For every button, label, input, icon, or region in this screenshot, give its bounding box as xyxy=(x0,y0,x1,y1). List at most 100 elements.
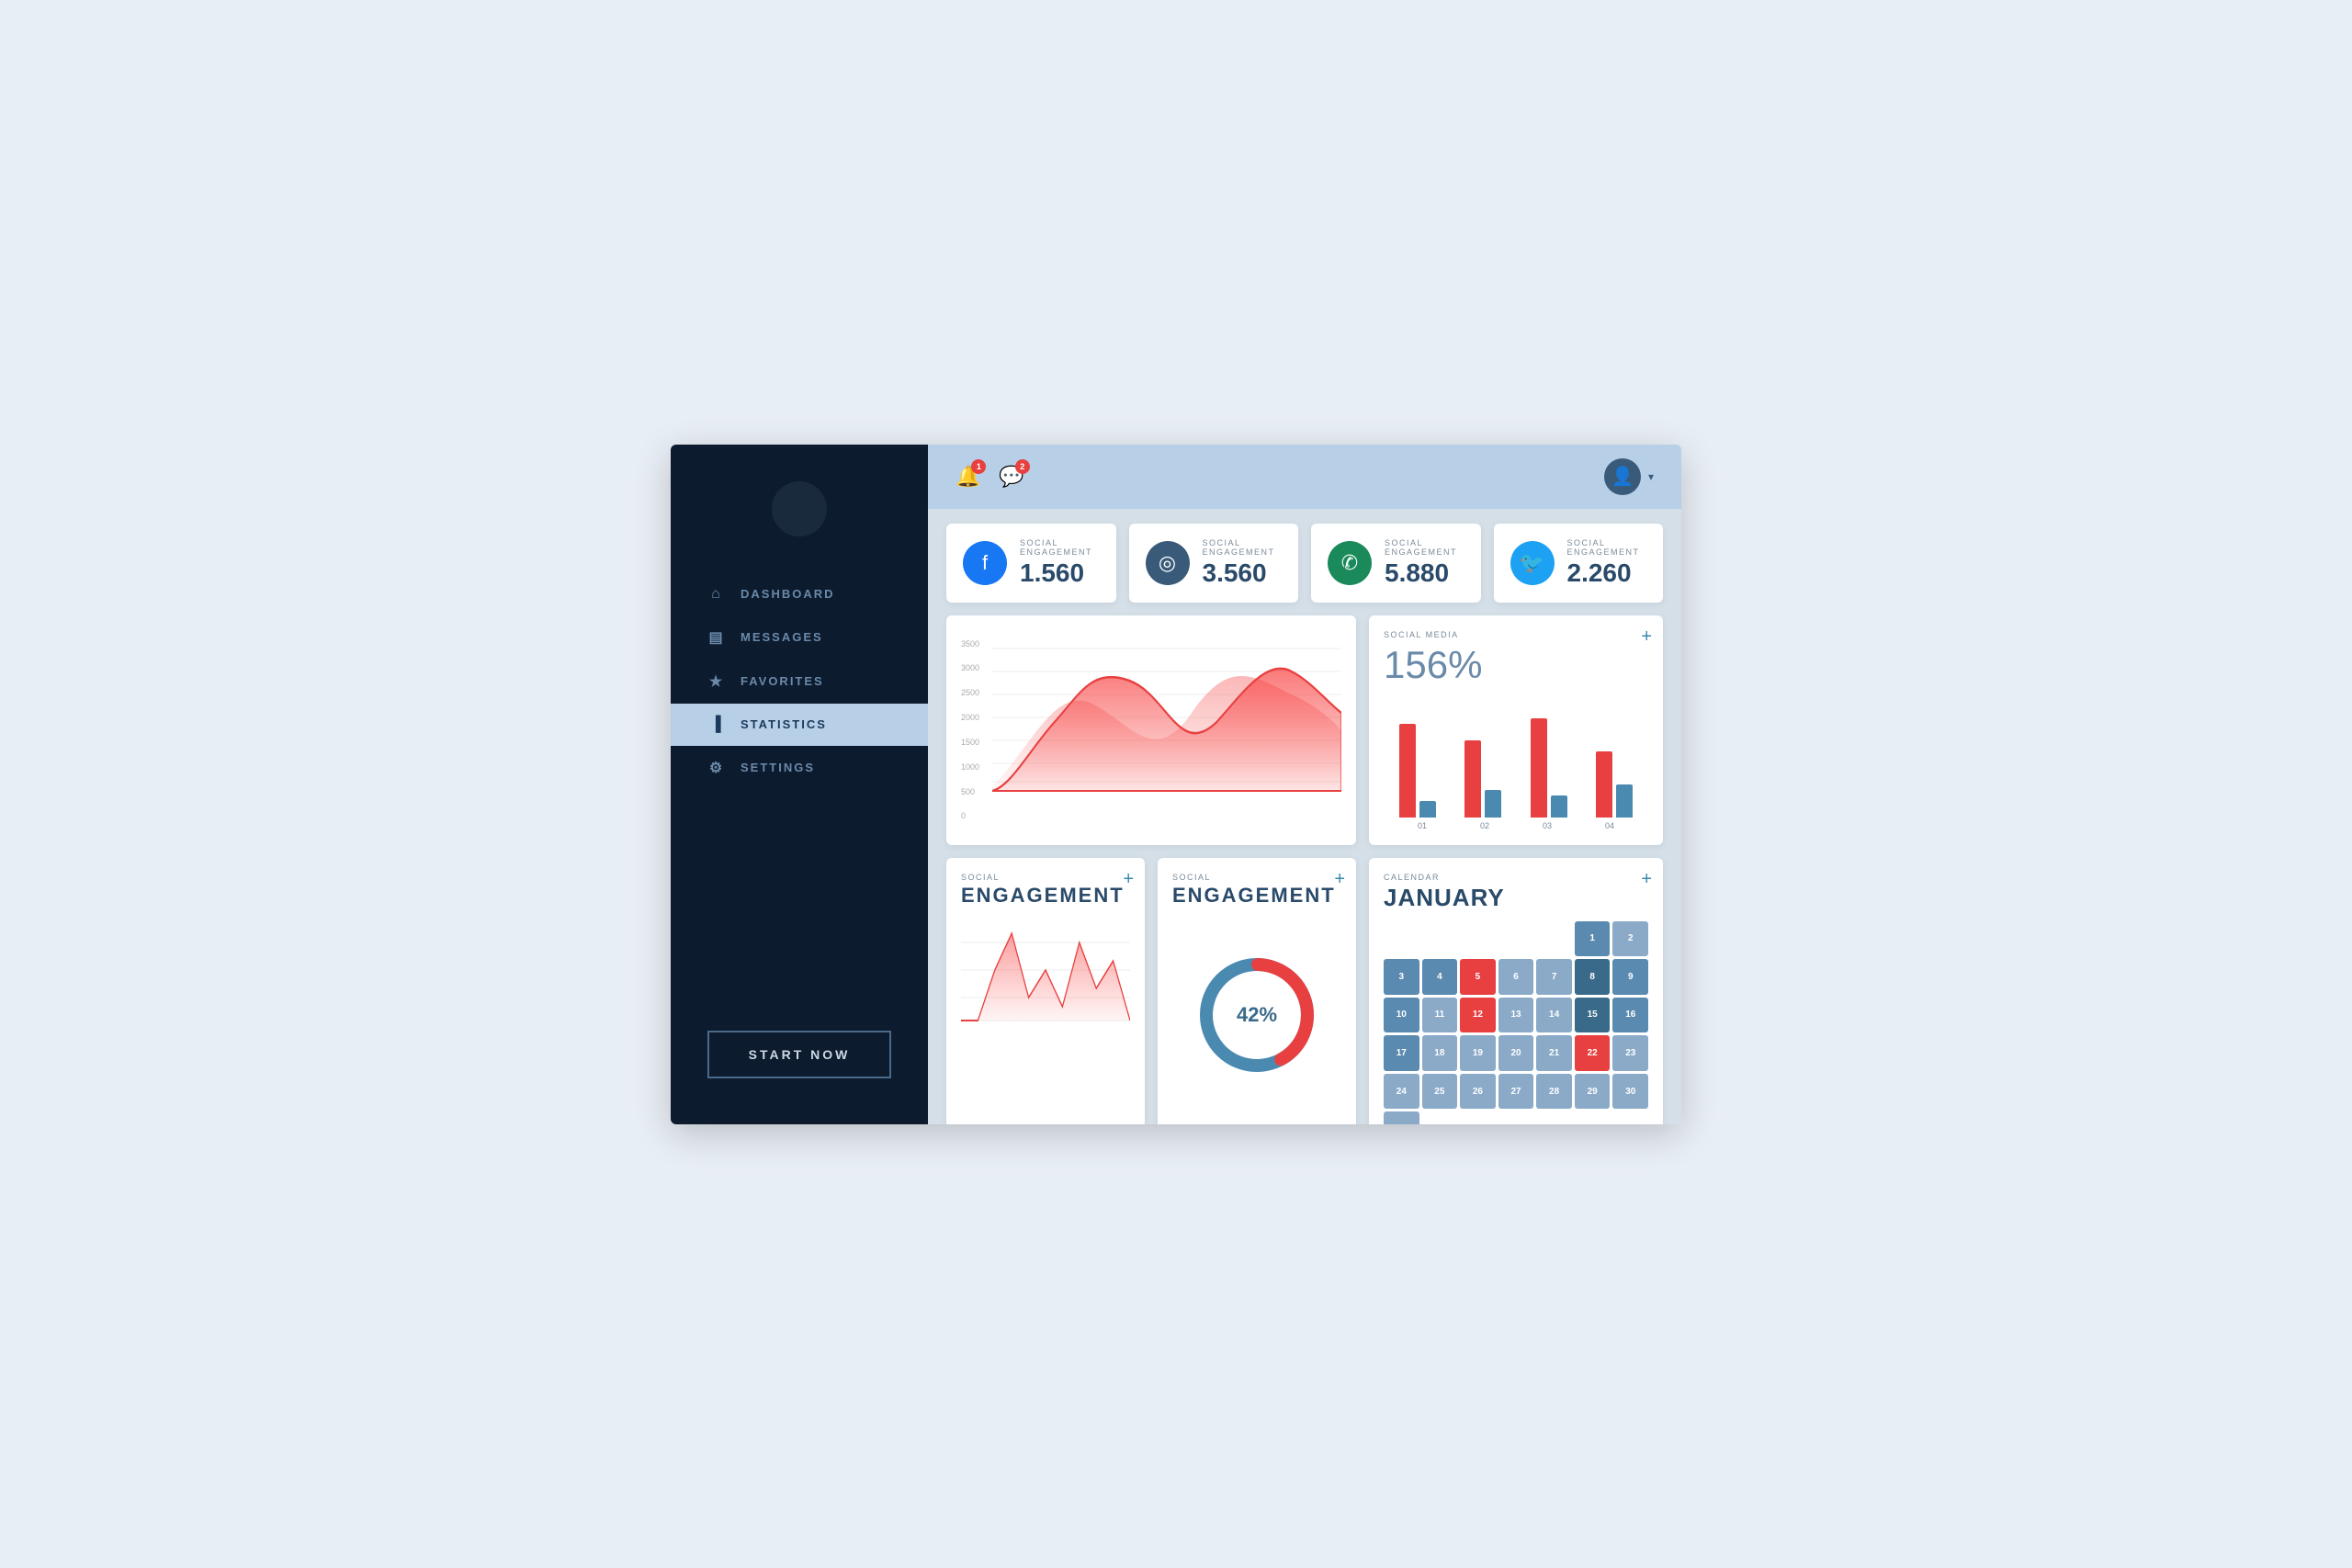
cal-cell[interactable]: 19 xyxy=(1460,1035,1496,1071)
twitter-icon: 🐦 xyxy=(1520,551,1544,575)
stat-value: 5.880 xyxy=(1385,558,1464,588)
facebook-stat-info: SOCIAL ENGAGEMENT 1.560 xyxy=(1020,538,1100,588)
cal-cell xyxy=(1460,921,1496,957)
cal-cell[interactable]: 14 xyxy=(1536,998,1572,1033)
social-media-card: + SOCIAL MEDIA 156% 01020304 xyxy=(1369,615,1663,845)
main-panel: 🔔 1 💬 2 👤 ▾ f SOCIAL ENGAG xyxy=(928,445,1681,1124)
chat-icon-wrap[interactable]: 💬 2 xyxy=(999,465,1023,489)
user-menu[interactable]: 👤 ▾ xyxy=(1604,458,1654,495)
cal-cell[interactable]: 3 xyxy=(1384,959,1419,995)
social-media-label: SOCIAL MEDIA xyxy=(1384,630,1648,639)
stat-label: SOCIAL ENGAGEMENT xyxy=(1020,538,1100,557)
cal-cell[interactable]: 17 xyxy=(1384,1035,1419,1071)
bar-x-labels: 01020304 xyxy=(1384,818,1648,830)
sidebar-item-dashboard[interactable]: ⌂ DASHBOARD xyxy=(671,573,928,615)
calendar-grid: 1234567891011121314151617181920212223242… xyxy=(1384,921,1648,1124)
cal-cell[interactable]: 23 xyxy=(1612,1035,1648,1071)
cal-cell xyxy=(1384,921,1419,957)
cal-cell[interactable]: 16 xyxy=(1612,998,1648,1033)
main-content: f SOCIAL ENGAGEMENT 1.560 ◎ SOCIAL ENGAG… xyxy=(928,509,1681,1124)
cal-cell[interactable]: 28 xyxy=(1536,1074,1572,1110)
cal-cell[interactable]: 25 xyxy=(1422,1074,1458,1110)
stat-card-facebook: f SOCIAL ENGAGEMENT 1.560 xyxy=(946,524,1116,603)
bar-red xyxy=(1596,751,1612,818)
bottom-row: + SOCIAL ENGAGEMENT xyxy=(946,858,1663,1124)
cal-cell[interactable]: 13 xyxy=(1498,998,1534,1033)
cal-cell xyxy=(1460,1111,1496,1123)
stats-row: f SOCIAL ENGAGEMENT 1.560 ◎ SOCIAL ENGAG… xyxy=(946,524,1663,603)
donut-engagement-label: SOCIAL xyxy=(1172,873,1341,882)
messages-icon: ▤ xyxy=(707,628,726,647)
cal-cell[interactable]: 10 xyxy=(1384,998,1419,1033)
instagram-stat-info: SOCIAL ENGAGEMENT 3.560 xyxy=(1203,538,1283,588)
bar-blue xyxy=(1551,795,1567,818)
stat-value: 3.560 xyxy=(1203,558,1283,588)
bar-blue xyxy=(1485,790,1501,818)
cal-cell[interactable]: 2 xyxy=(1612,921,1648,957)
calendar-add-icon[interactable]: + xyxy=(1641,869,1652,890)
calendar-label: CALENDAR xyxy=(1384,873,1648,882)
donut-chart-wrap: 42% xyxy=(1172,915,1341,1116)
facebook-icon-circle: f xyxy=(963,541,1007,585)
bar-x-label: 02 xyxy=(1453,821,1516,830)
settings-icon: ⚙ xyxy=(707,759,726,777)
cal-cell[interactable]: 11 xyxy=(1422,998,1458,1033)
sidebar-item-label: MESSAGES xyxy=(741,630,823,644)
cal-cell[interactable]: 18 xyxy=(1422,1035,1458,1071)
statistics-icon: ▐ xyxy=(707,716,726,733)
cal-cell[interactable]: 6 xyxy=(1498,959,1534,995)
bar-red xyxy=(1531,718,1547,818)
sidebar-item-statistics[interactable]: ▐ STATISTICS xyxy=(671,704,928,746)
cal-cell[interactable]: 22 xyxy=(1575,1035,1611,1071)
start-now-button[interactable]: START NOW xyxy=(707,1031,891,1078)
instagram-icon-circle: ◎ xyxy=(1146,541,1190,585)
cal-cell[interactable]: 29 xyxy=(1575,1074,1611,1110)
cal-cell xyxy=(1422,1111,1458,1123)
sidebar-item-settings[interactable]: ⚙ SETTINGS xyxy=(671,746,928,790)
donut-engagement-add-icon[interactable]: + xyxy=(1334,869,1345,890)
sidebar-item-label: SETTINGS xyxy=(741,761,815,774)
cal-cell[interactable]: 4 xyxy=(1422,959,1458,995)
cal-cell[interactable]: 21 xyxy=(1536,1035,1572,1071)
line-engagement-add-icon[interactable]: + xyxy=(1123,869,1134,890)
stat-value: 1.560 xyxy=(1020,558,1100,588)
donut-engagement-card: + SOCIAL ENGAGEMENT 42% xyxy=(1158,858,1356,1124)
cal-cell[interactable]: 7 xyxy=(1536,959,1572,995)
instagram-icon: ◎ xyxy=(1159,551,1176,575)
header: 🔔 1 💬 2 👤 ▾ xyxy=(928,445,1681,509)
cal-cell[interactable]: 24 xyxy=(1384,1074,1419,1110)
cal-cell[interactable]: 12 xyxy=(1460,998,1496,1033)
cal-cell[interactable]: 15 xyxy=(1575,998,1611,1033)
chevron-down-icon: ▾ xyxy=(1648,470,1654,483)
cal-cell[interactable]: 5 xyxy=(1460,959,1496,995)
sidebar-item-messages[interactable]: ▤ MESSAGES xyxy=(671,615,928,660)
cal-cell[interactable]: 1 xyxy=(1575,921,1611,957)
avatar-icon: 👤 xyxy=(1611,465,1634,488)
twitter-icon-circle: 🐦 xyxy=(1510,541,1555,585)
sidebar-item-label: STATISTICS xyxy=(741,717,827,731)
cal-cell[interactable]: 20 xyxy=(1498,1035,1534,1071)
cal-cell[interactable]: 27 xyxy=(1498,1074,1534,1110)
area-chart-card: 3500 3000 2500 2000 1500 1000 500 0 xyxy=(946,615,1356,845)
sidebar-item-favorites[interactable]: ★ FAVORITES xyxy=(671,660,928,704)
line-engagement-title: ENGAGEMENT xyxy=(961,884,1130,908)
line-engagement-label: SOCIAL xyxy=(961,873,1130,882)
cal-cell[interactable]: 30 xyxy=(1612,1074,1648,1110)
donut-engagement-title: ENGAGEMENT xyxy=(1172,884,1341,908)
notification-bell-wrap[interactable]: 🔔 1 xyxy=(956,465,980,489)
cal-cell[interactable]: 31 xyxy=(1384,1111,1419,1123)
cal-cell xyxy=(1422,921,1458,957)
cal-cell[interactable]: 9 xyxy=(1612,959,1648,995)
header-left: 🔔 1 💬 2 xyxy=(956,465,1024,489)
whatsapp-icon: ✆ xyxy=(1341,551,1358,575)
bar-x-label: 01 xyxy=(1391,821,1453,830)
favorites-icon: ★ xyxy=(707,672,726,691)
dashboard-icon: ⌂ xyxy=(707,586,726,603)
sidebar-item-label: DASHBOARD xyxy=(741,587,835,601)
sidebar-logo xyxy=(772,481,827,536)
cal-cell[interactable]: 26 xyxy=(1460,1074,1496,1110)
social-media-add-icon[interactable]: + xyxy=(1641,626,1652,648)
bar-group xyxy=(1391,707,1444,818)
cal-cell[interactable]: 8 xyxy=(1575,959,1611,995)
calendar-month: JANUARY xyxy=(1384,884,1648,912)
